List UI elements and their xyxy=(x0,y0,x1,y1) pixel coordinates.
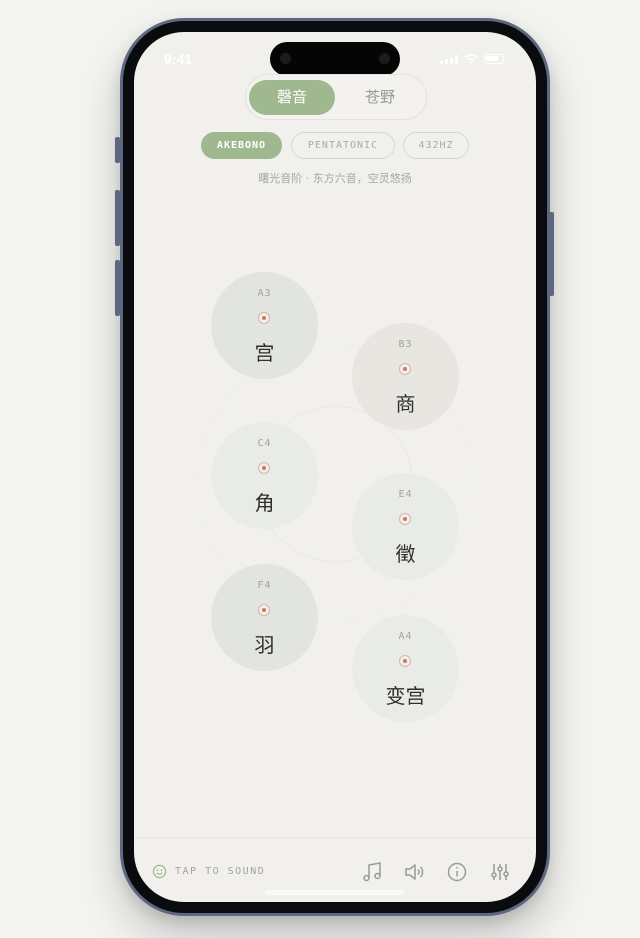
pad-indicator-icon xyxy=(399,513,411,525)
pad-tone-name: 商 xyxy=(395,392,416,416)
pad-note-label: F4 xyxy=(257,580,272,591)
pad-tone-name: 角 xyxy=(254,491,275,515)
info-icon[interactable] xyxy=(445,860,469,884)
mode-option-cangye[interactable]: 苍野 xyxy=(337,80,423,115)
dynamic-island xyxy=(270,42,400,76)
home-indicator[interactable] xyxy=(265,890,405,895)
volume-down-button xyxy=(115,260,120,316)
wifi-icon xyxy=(464,54,478,64)
pad-tone-name: 宫 xyxy=(254,341,275,365)
pad-note-label: A3 xyxy=(257,288,272,299)
scale-chip-akebono[interactable]: AKEBONO xyxy=(201,132,282,159)
volume-up-button xyxy=(115,190,120,246)
speaker-icon[interactable] xyxy=(402,860,426,884)
pad-tone-name: 徵 xyxy=(395,542,416,566)
status-time: 9:41 xyxy=(164,51,193,67)
sound-pad[interactable]: A3 宫 xyxy=(211,272,318,379)
power-button xyxy=(549,212,554,296)
pad-note-label: E4 xyxy=(398,489,413,500)
battery-icon xyxy=(484,54,504,64)
smiley-icon xyxy=(152,864,167,879)
pad-indicator-icon xyxy=(258,604,270,616)
sound-pad[interactable]: C4 角 xyxy=(211,422,318,529)
scale-description: 曙光音阶 · 东方六音，空灵悠扬 xyxy=(258,172,412,185)
pad-indicator-icon xyxy=(258,462,270,474)
pad-note-label: A4 xyxy=(398,631,413,642)
pad-indicator-icon xyxy=(399,363,411,375)
mode-option-qingyin[interactable]: 磬音 xyxy=(249,80,335,115)
tap-hint: TAP TO SOUND xyxy=(152,864,265,879)
tap-hint-label: TAP TO SOUND xyxy=(175,866,266,877)
scale-chip-pentatonic[interactable]: PENTATONIC xyxy=(291,132,395,159)
pad-indicator-icon xyxy=(258,312,270,324)
bottom-divider xyxy=(134,837,536,838)
status-icons xyxy=(440,54,504,64)
pad-tone-name: 羽 xyxy=(254,633,275,657)
sliders-icon[interactable] xyxy=(488,860,512,884)
sound-pad[interactable]: E4 徵 xyxy=(352,473,459,580)
sound-pad[interactable]: A4 变宫 xyxy=(352,615,459,722)
cellular-signal-icon xyxy=(440,55,458,64)
action-button xyxy=(115,137,120,163)
pad-note-label: B3 xyxy=(398,339,413,350)
sound-pad[interactable]: B3 商 xyxy=(352,323,459,430)
scale-chip-432hz[interactable]: 432HZ xyxy=(403,132,469,159)
app-screen: 9:41 磬音 苍野 AKEBONO PENTATONIC 432HZ 曙光音阶… xyxy=(134,32,536,902)
pad-tone-name: 变宫 xyxy=(385,684,426,708)
pad-indicator-icon xyxy=(399,655,411,667)
mode-toggle: 磬音 苍野 xyxy=(245,74,427,120)
pad-note-label: C4 xyxy=(257,438,272,449)
music-note-icon[interactable] xyxy=(360,860,384,884)
sound-pad[interactable]: F4 羽 xyxy=(211,564,318,671)
